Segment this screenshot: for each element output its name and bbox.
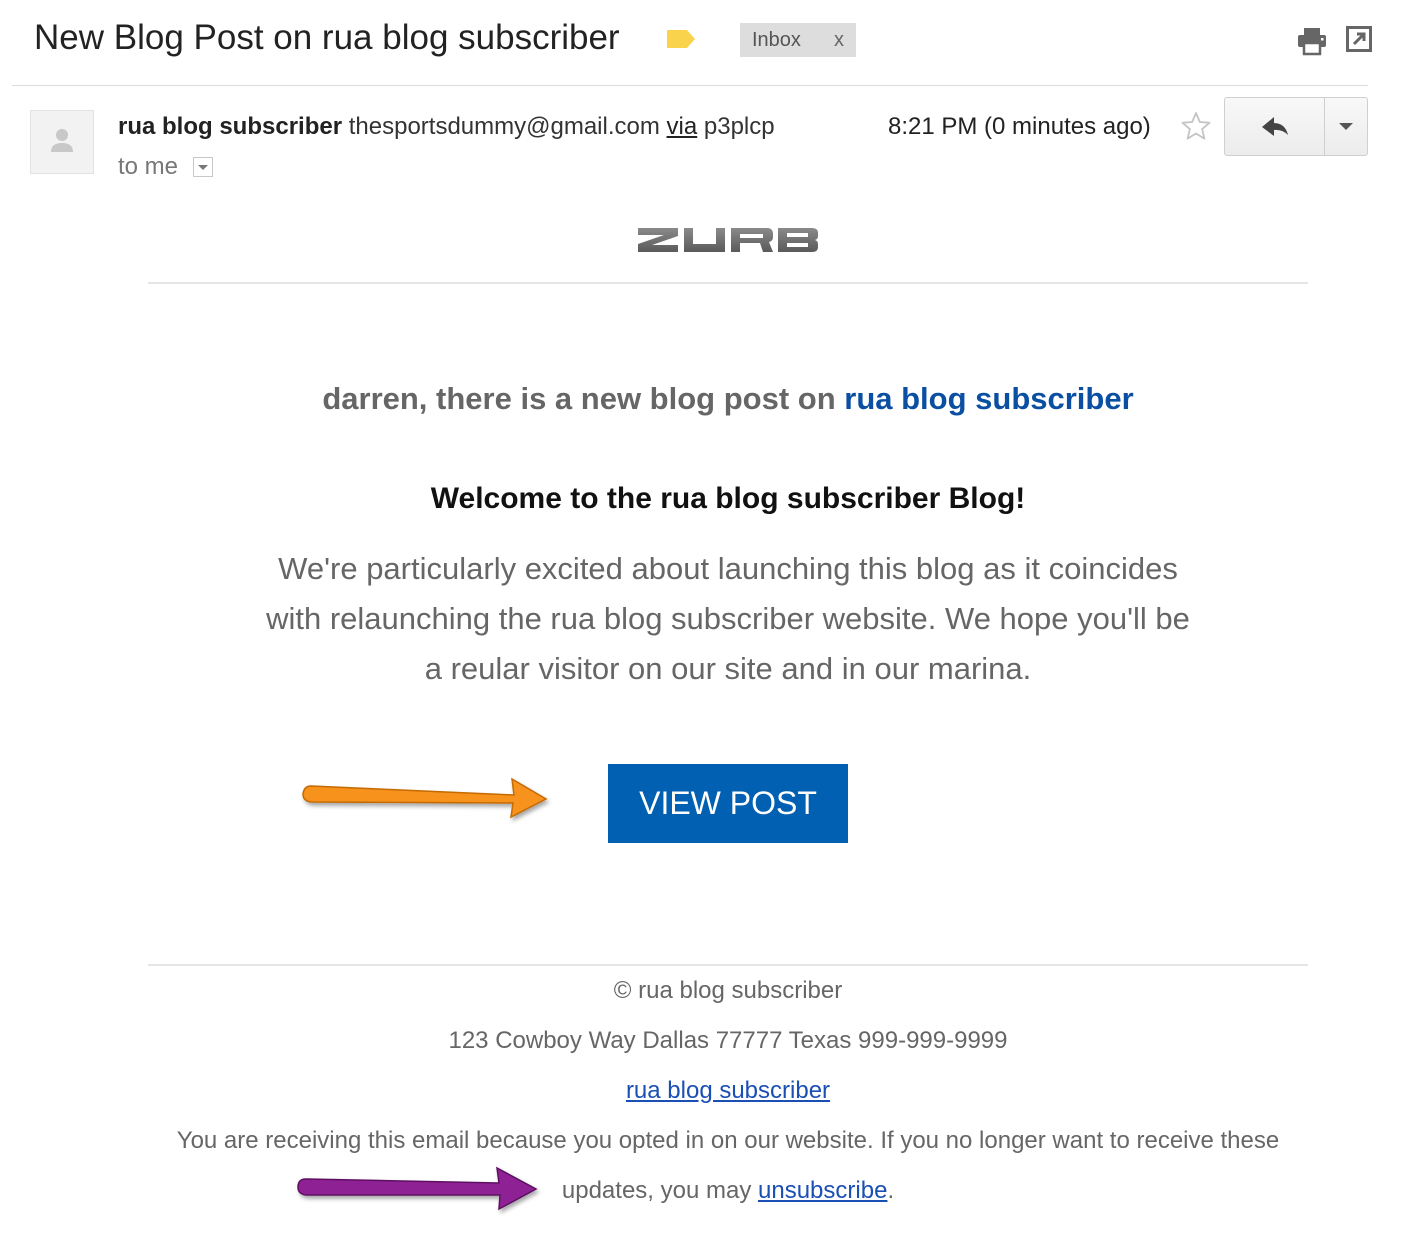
- footer-site-link[interactable]: rua blog subscriber: [626, 1077, 830, 1104]
- footer-site-line: rua blog subscriber: [148, 1076, 1308, 1106]
- inbox-label-text: Inbox: [752, 29, 801, 51]
- via-domain: p3plcp: [703, 113, 775, 140]
- email-subject: New Blog Post on rua blog subscriber: [34, 18, 620, 57]
- footer-address: 123 Cowboy Way Dallas 77777 Texas 999-99…: [448, 1027, 1008, 1054]
- post-excerpt-line: We're particularly excited about launchi…: [278, 551, 1178, 586]
- via-link[interactable]: via: [667, 113, 698, 140]
- post-excerpt-line: with relaunching the rua blog subscriber…: [266, 601, 1190, 636]
- greeting-blog-link[interactable]: rua blog subscriber: [844, 381, 1133, 416]
- sender-email: thesportsdummy@gmail.com: [348, 113, 660, 140]
- greeting-line: darren, there is a new blog post on rua …: [148, 376, 1308, 422]
- unsubscribe-link[interactable]: unsubscribe: [758, 1177, 887, 1204]
- greeting-text: darren, there is a new blog post on: [322, 381, 836, 416]
- remove-label-button[interactable]: x: [834, 23, 844, 57]
- inbox-label-chip[interactable]: Inbox x: [740, 23, 856, 57]
- label-tag-icon[interactable]: [666, 28, 696, 50]
- header-divider: [12, 85, 1368, 86]
- print-icon[interactable]: [1296, 26, 1328, 56]
- person-icon: [51, 129, 73, 152]
- recipient-label: to me: [118, 153, 179, 180]
- reply-button-group: [1224, 97, 1368, 156]
- footer-period: .: [887, 1177, 895, 1204]
- post-excerpt: We're particularly excited about launchi…: [240, 544, 1216, 694]
- footer-copyright: © rua blog subscriber: [613, 977, 843, 1004]
- post-excerpt-line: a reular visitor on our site and in our …: [424, 651, 1032, 686]
- open-in-new-window-icon[interactable]: [1346, 26, 1372, 52]
- reply-button[interactable]: [1225, 98, 1324, 155]
- post-title: Welcome to the rua blog subscriber Blog!: [430, 482, 1026, 515]
- footer-unsubscribe-line: updates, you may unsubscribe.: [148, 1176, 1308, 1206]
- recipient-details-dropdown[interactable]: [193, 157, 213, 177]
- logo-divider: [148, 282, 1308, 284]
- star-icon[interactable]: [1180, 110, 1212, 142]
- sender-avatar[interactable]: [30, 110, 94, 174]
- orange-arrow-annotation: [302, 777, 548, 819]
- view-post-button[interactable]: VIEW POST: [608, 764, 848, 843]
- message-timestamp: 8:21 PM (0 minutes ago): [888, 113, 1151, 140]
- sender-line: rua blog subscriber thesportsdummy@gmail…: [118, 110, 812, 144]
- sender-name[interactable]: rua blog subscriber: [118, 113, 342, 140]
- more-actions-button[interactable]: [1325, 98, 1367, 155]
- zurb-logo: [638, 228, 818, 252]
- footer-divider: [148, 964, 1308, 966]
- footer-notice-end: updates, you may: [561, 1177, 752, 1204]
- reply-icon: [1262, 117, 1288, 136]
- footer-notice: You are receiving this email because you…: [176, 1127, 1280, 1154]
